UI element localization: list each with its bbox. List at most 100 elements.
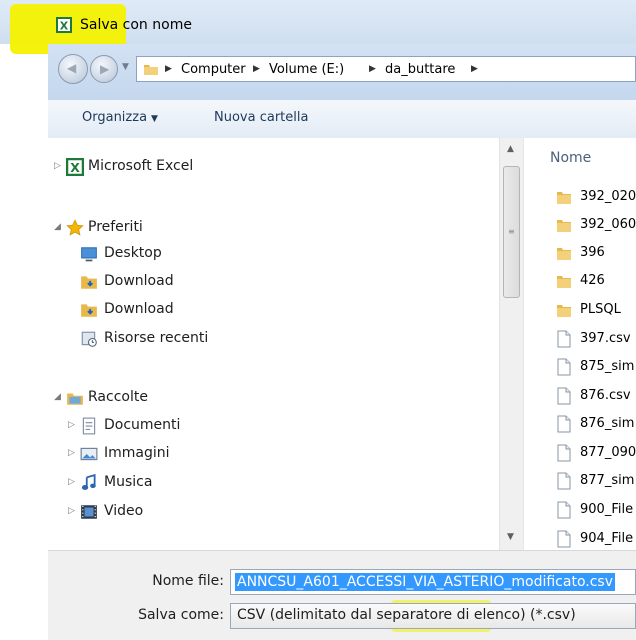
file-name: 392_060 (580, 217, 636, 232)
folder-icon (556, 301, 572, 319)
file-name: 876.csv (580, 388, 631, 403)
file-list: Nome 392_020 392_060 396 426 PLSQL 397.csv 875… (523, 138, 636, 550)
nav-item-download[interactable]: Download (48, 270, 488, 294)
save-form: Nome file: ANNCSU_A601_ACCESSI_VIA_ASTER… (48, 550, 636, 640)
window-title: Salva con nome (80, 17, 192, 33)
new-folder-button[interactable]: Nuova cartella (214, 110, 308, 125)
scroll-up-icon[interactable]: ▲ (507, 144, 514, 154)
nav-item-microsoft-excel[interactable]: ▷ X Microsoft Excel (48, 155, 488, 179)
recent-places-icon (81, 331, 97, 347)
file-icon (556, 387, 572, 405)
svg-text:X: X (60, 20, 69, 33)
nav-label: Immagini (104, 445, 170, 461)
file-icon (556, 358, 572, 376)
file-icon (556, 501, 572, 519)
organize-label: Organizza (82, 110, 148, 125)
documents-icon (82, 417, 96, 435)
chevron-right-icon[interactable]: ▶ (369, 64, 376, 74)
folder-icon (556, 244, 572, 262)
savetype-label: Salva come: (138, 607, 224, 623)
scrollbar-thumb[interactable]: ≡ (503, 166, 520, 298)
pictures-icon (80, 447, 98, 461)
recent-locations-dropdown[interactable]: ▼ (122, 62, 132, 72)
nav-label: Microsoft Excel (88, 158, 194, 174)
nav-item-libraries[interactable]: ◢ Raccolte (48, 386, 488, 410)
collapse-icon[interactable]: ◢ (54, 222, 61, 232)
file-icon (556, 444, 572, 462)
download-folder-icon (81, 304, 97, 317)
chevron-right-icon[interactable]: ▶ (253, 64, 260, 74)
expand-icon[interactable]: ▷ (54, 161, 61, 171)
filename-input[interactable]: ANNCSU_A601_ACCESSI_VIA_ASTERIO_modifica… (230, 569, 636, 595)
libraries-icon (67, 393, 83, 405)
nav-item-documents[interactable]: ▷ Documenti (48, 414, 488, 438)
file-icon (556, 415, 572, 433)
file-icon (556, 472, 572, 490)
nav-item-music[interactable]: ▷ Musica (48, 471, 488, 495)
file-name: 876_sim (580, 416, 635, 431)
forward-button[interactable]: ▶ (90, 55, 118, 83)
file-name: 900_File (580, 502, 634, 517)
excel-icon: X (66, 158, 84, 176)
nav-label: Download (104, 273, 174, 289)
chevron-down-icon: ▼ (151, 114, 158, 124)
file-name: 426 (580, 273, 605, 288)
title-bar: X Salva con nome (0, 0, 636, 54)
arrow-left-icon: ◀ (67, 61, 77, 75)
nav-label: Raccolte (88, 389, 148, 405)
chevron-right-icon[interactable]: ▶ (165, 64, 172, 74)
expand-icon[interactable]: ▷ (68, 477, 75, 487)
navigation-pane: ▷ X Microsoft Excel ◢ Preferiti Desktop … (48, 138, 523, 550)
breadcrumb-volume[interactable]: Volume (E:) (269, 62, 344, 77)
address-row: ◀ ▶ ▼ ▶ Computer ▶ Volume (E:) ▶ da_butt… (48, 44, 636, 100)
expand-icon[interactable]: ▷ (68, 448, 75, 458)
nav-label: Video (104, 503, 144, 519)
filename-label: Nome file: (152, 573, 224, 589)
savetype-select[interactable]: CSV (delimitato dal separatore di elenco… (230, 603, 636, 629)
nav-label: Preferiti (88, 219, 143, 235)
file-name: 877_0901 (580, 445, 636, 460)
file-name: 397.csv (580, 331, 631, 346)
organize-button[interactable]: Organizza ▼ (82, 110, 158, 125)
nav-item-download[interactable]: Download (48, 298, 488, 322)
nav-item-video[interactable]: ▷ Video (48, 500, 488, 524)
svg-text:X: X (70, 161, 80, 175)
file-icon (556, 330, 572, 348)
music-icon (81, 474, 96, 490)
nav-label: Risorse recenti (104, 330, 209, 346)
nav-item-recent-places[interactable]: Risorse recenti (48, 327, 488, 351)
scroll-down-icon[interactable]: ▼ (507, 532, 514, 542)
file-name: 904_File (580, 531, 634, 546)
download-folder-icon (81, 276, 97, 289)
back-button[interactable]: ◀ (58, 54, 88, 84)
chevron-right-icon[interactable]: ▶ (471, 64, 478, 74)
nav-label: Documenti (104, 417, 181, 433)
breadcrumb-computer[interactable]: Computer (181, 62, 246, 77)
nav-label: Musica (104, 474, 153, 490)
nav-label: Desktop (104, 245, 162, 261)
folder-icon (144, 65, 158, 75)
file-name: 875_sim (580, 359, 635, 374)
nav-item-pictures[interactable]: ▷ Immagini (48, 442, 488, 466)
address-bar[interactable]: ▶ Computer ▶ Volume (E:) ▶ da_buttare ▶ (136, 56, 636, 82)
file-icon (556, 530, 572, 548)
column-header-name[interactable]: Nome (550, 150, 591, 166)
nav-item-desktop[interactable]: Desktop (48, 242, 488, 266)
folder-icon (556, 272, 572, 290)
grip-icon: ≡ (508, 227, 515, 236)
arrow-right-icon: ▶ (100, 62, 110, 76)
nav-scrollbar[interactable]: ▲ ≡ ▼ (499, 138, 523, 550)
expand-icon[interactable]: ▷ (68, 506, 75, 516)
file-name: 877_sim (580, 473, 635, 488)
folder-icon (556, 188, 572, 206)
file-name: 396 (580, 245, 605, 260)
file-name: PLSQL (580, 302, 621, 317)
nav-item-favorites[interactable]: ◢ Preferiti (48, 216, 488, 240)
file-name: 392_020 (580, 189, 636, 204)
collapse-icon[interactable]: ◢ (54, 392, 61, 402)
savetype-value: CSV (delimitato dal separatore di elenco… (237, 607, 576, 623)
breadcrumb-folder[interactable]: da_buttare (385, 62, 455, 77)
folder-icon (556, 216, 572, 234)
expand-icon[interactable]: ▷ (68, 420, 75, 430)
excel-icon: X (56, 17, 72, 33)
